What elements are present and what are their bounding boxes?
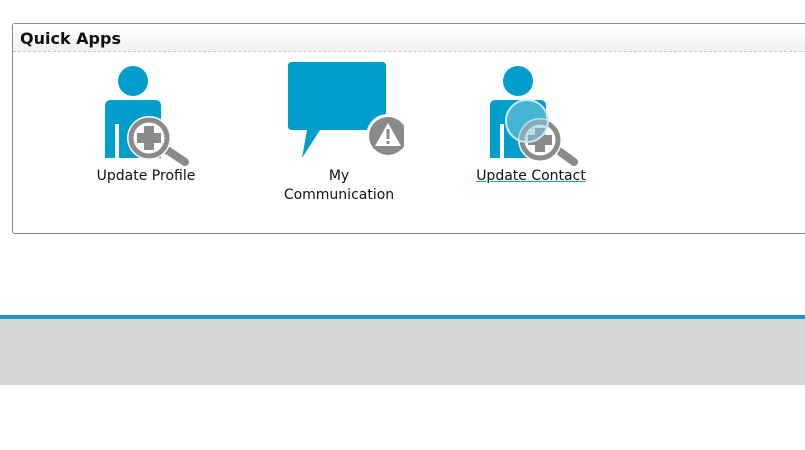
- speech-bubble-warning-icon: [288, 62, 404, 158]
- page: Quick Apps Update Profile My Communicati…: [0, 0, 805, 450]
- user-zoom-plus-icon: [490, 66, 578, 166]
- app-label-line1: My: [328, 168, 350, 184]
- hover-highlight: [505, 99, 549, 143]
- app-update-contact[interactable]: Update Contact: [456, 62, 606, 186]
- apps-grid: Update Profile My Communication Update C…: [13, 52, 805, 234]
- app-label-line2: Communication: [283, 187, 395, 203]
- footer-bar: [0, 319, 805, 385]
- panel-header: Quick Apps: [13, 24, 805, 52]
- panel-title: Quick Apps: [20, 29, 121, 48]
- app-update-profile[interactable]: Update Profile: [71, 62, 221, 186]
- app-label: Update Profile: [96, 168, 196, 184]
- app-label: Update Contact: [476, 168, 586, 184]
- app-my-communication[interactable]: My Communication: [264, 62, 414, 205]
- user-zoom-plus-icon: [105, 66, 189, 166]
- quick-apps-panel: Quick Apps Update Profile My Communicati…: [12, 23, 805, 234]
